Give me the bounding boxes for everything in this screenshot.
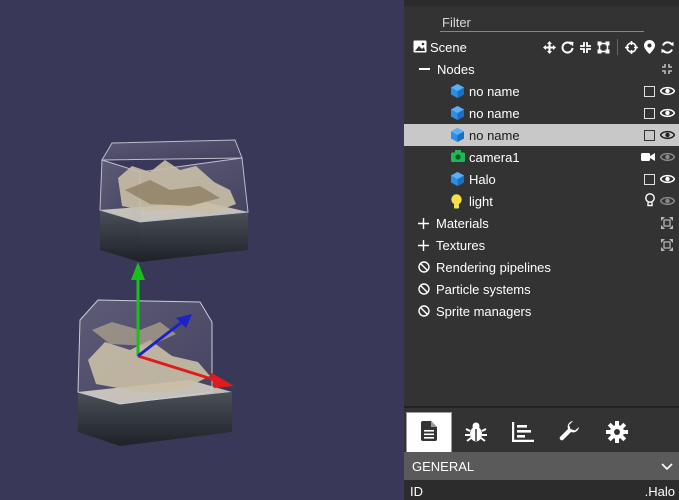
textures-section[interactable]: Textures: [404, 234, 679, 256]
mesh-lower[interactable]: [77, 299, 232, 446]
refresh-icon[interactable]: [660, 40, 675, 55]
scene-explorer-panel: Scene Nodes no name no name no name camera1…: [404, 0, 679, 500]
picture-icon: [413, 40, 427, 56]
lightbulb-outline-icon[interactable]: [645, 192, 655, 210]
bug-icon: [465, 421, 487, 448]
sprite-managers-label: Sprite managers: [436, 303, 532, 319]
node-label: no name: [469, 105, 520, 121]
sprite-managers-section[interactable]: Sprite managers: [404, 300, 679, 322]
node-row-actions: [644, 80, 675, 102]
tab-debug[interactable]: [453, 414, 499, 454]
cube-icon: [451, 172, 464, 189]
textures-label: Textures: [436, 237, 486, 253]
bounding-box-icon[interactable]: [596, 40, 611, 55]
render-viewport[interactable]: [0, 0, 404, 500]
general-section-header[interactable]: GENERAL: [404, 452, 679, 480]
filter-field[interactable]: [440, 14, 644, 32]
tab-tools[interactable]: [547, 414, 593, 454]
scene-row[interactable]: Scene: [404, 36, 679, 58]
disabled-icon: [418, 261, 430, 276]
app-root: Scene Nodes no name no name no name camera1…: [0, 0, 679, 500]
rendering-pipelines-section[interactable]: Rendering pipelines: [404, 256, 679, 278]
disabled-icon: [418, 305, 430, 320]
particle-systems-section[interactable]: Particle systems: [404, 278, 679, 300]
camera-icon: [451, 150, 465, 165]
expand-all-icon[interactable]: [661, 239, 673, 254]
eye-icon[interactable]: [660, 108, 675, 118]
cube-icon: [451, 106, 464, 123]
materials-section[interactable]: Materials: [404, 212, 679, 234]
node-row-actions: [644, 124, 675, 146]
gizmo-x-arrow: [210, 372, 234, 388]
eye-icon[interactable]: [660, 152, 675, 162]
video-camera-icon[interactable]: [641, 150, 655, 165]
expand-plus-icon[interactable]: [418, 217, 429, 232]
bounding-box-checkbox[interactable]: [644, 107, 655, 119]
expand-all-icon[interactable]: [661, 217, 673, 232]
scene-toolbar: [542, 36, 675, 58]
node-row-mesh[interactable]: Halo: [404, 168, 679, 190]
node-label: light: [469, 193, 493, 209]
crosshair-icon[interactable]: [624, 40, 639, 55]
bounding-box-checkbox[interactable]: [644, 129, 655, 141]
node-row-actions: [644, 168, 675, 190]
nodes-label: Nodes: [437, 61, 475, 77]
node-row-mesh[interactable]: no name: [404, 124, 679, 146]
lightbulb-icon: [451, 194, 462, 212]
node-label: camera1: [469, 149, 520, 165]
node-label: Halo: [469, 171, 496, 187]
bounding-box-checkbox[interactable]: [644, 85, 655, 97]
node-row-light[interactable]: light: [404, 190, 679, 212]
node-row-mesh[interactable]: no name: [404, 102, 679, 124]
general-label: GENERAL: [412, 458, 475, 474]
node-row-actions: [644, 102, 675, 124]
node-row-actions: [645, 190, 675, 212]
map-pin-icon[interactable]: [642, 40, 657, 55]
rotate-icon[interactable]: [560, 40, 575, 55]
scene-render: [77, 139, 249, 446]
tab-statistics[interactable]: [500, 414, 546, 454]
move-icon[interactable]: [542, 40, 557, 55]
eye-icon[interactable]: [660, 130, 675, 140]
expand-plus-icon[interactable]: [418, 239, 429, 254]
tab-properties[interactable]: [406, 412, 452, 454]
eye-icon[interactable]: [660, 174, 675, 184]
rendering-pipelines-label: Rendering pipelines: [436, 259, 551, 275]
compress-icon[interactable]: [661, 63, 673, 78]
id-property-value[interactable]: .Halo: [645, 484, 675, 499]
collapse-minus-icon[interactable]: [419, 68, 430, 70]
document-icon: [421, 421, 437, 446]
eye-icon[interactable]: [660, 196, 675, 206]
toolbar-separator: [617, 39, 618, 55]
inspector-tab-bar: [404, 406, 679, 454]
id-property-label: ID: [410, 484, 423, 499]
cube-icon: [451, 84, 464, 101]
node-row-camera[interactable]: camera1: [404, 146, 679, 168]
gear-icon: [606, 420, 628, 448]
chevron-down-icon[interactable]: [661, 459, 673, 474]
cube-icon: [451, 128, 464, 145]
panel-top-strip: [404, 0, 679, 6]
scene-label: Scene: [430, 39, 467, 55]
chart-icon: [511, 421, 534, 447]
node-row-actions: [641, 146, 675, 168]
materials-label: Materials: [436, 215, 489, 231]
filter-input[interactable]: [440, 14, 644, 31]
bounding-box-checkbox[interactable]: [644, 173, 655, 185]
gizmo-y-arrow: [131, 262, 145, 280]
nodes-header[interactable]: Nodes: [404, 58, 679, 80]
node-row-mesh[interactable]: no name: [404, 80, 679, 102]
particle-systems-label: Particle systems: [436, 281, 531, 297]
mesh-upper[interactable]: [99, 139, 249, 262]
eye-icon[interactable]: [660, 86, 675, 96]
tab-settings[interactable]: [594, 414, 640, 454]
wrench-icon: [559, 420, 581, 448]
disabled-icon: [418, 283, 430, 298]
node-label: no name: [469, 83, 520, 99]
id-property-row: ID .Halo: [404, 480, 679, 500]
node-label: no name: [469, 127, 520, 143]
scale-icon[interactable]: [578, 40, 593, 55]
